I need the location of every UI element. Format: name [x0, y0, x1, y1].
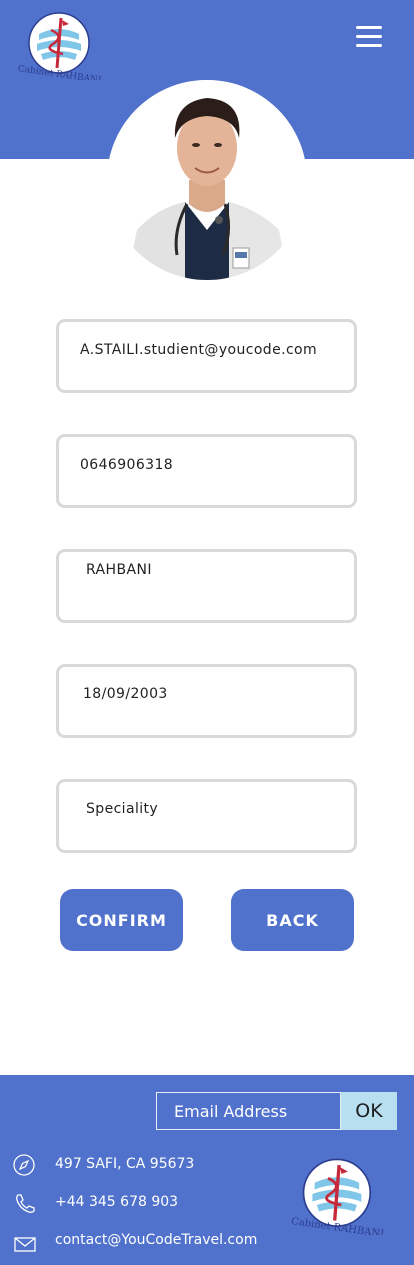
newsletter-email-field[interactable]: [156, 1092, 341, 1130]
hamburger-menu-icon[interactable]: [356, 26, 384, 50]
speciality-field[interactable]: [56, 779, 357, 853]
email-input[interactable]: [59, 322, 354, 390]
back-button[interactable]: BACK: [231, 889, 354, 951]
birth-date-input[interactable]: [59, 667, 354, 735]
footer-phone: +44 345 678 903: [55, 1194, 179, 1210]
doctor-avatar: [107, 80, 307, 280]
confirm-button[interactable]: CONFIRM: [60, 889, 183, 951]
newsletter-ok-button[interactable]: OK: [341, 1092, 397, 1130]
footer-logo: Cabinet RAHBANI: [288, 1155, 385, 1240]
phone-field[interactable]: [56, 434, 357, 508]
footer-address: 497 SAFI, CA 95673: [55, 1156, 195, 1172]
phone-input[interactable]: [59, 437, 354, 505]
name-field[interactable]: [56, 549, 357, 623]
birth-date-field[interactable]: [56, 664, 357, 738]
footer-email-link[interactable]: contact@YouCodeTravel.com: [55, 1232, 257, 1248]
newsletter-email-input[interactable]: [157, 1093, 340, 1129]
speciality-input[interactable]: [59, 782, 354, 850]
compass-icon: [12, 1153, 38, 1177]
name-input[interactable]: [59, 552, 354, 620]
phone-icon: [12, 1191, 38, 1215]
cabinet-logo[interactable]: Cabinet RAHBANI: [15, 10, 105, 86]
mail-icon: [12, 1233, 38, 1257]
email-field[interactable]: [56, 319, 357, 393]
